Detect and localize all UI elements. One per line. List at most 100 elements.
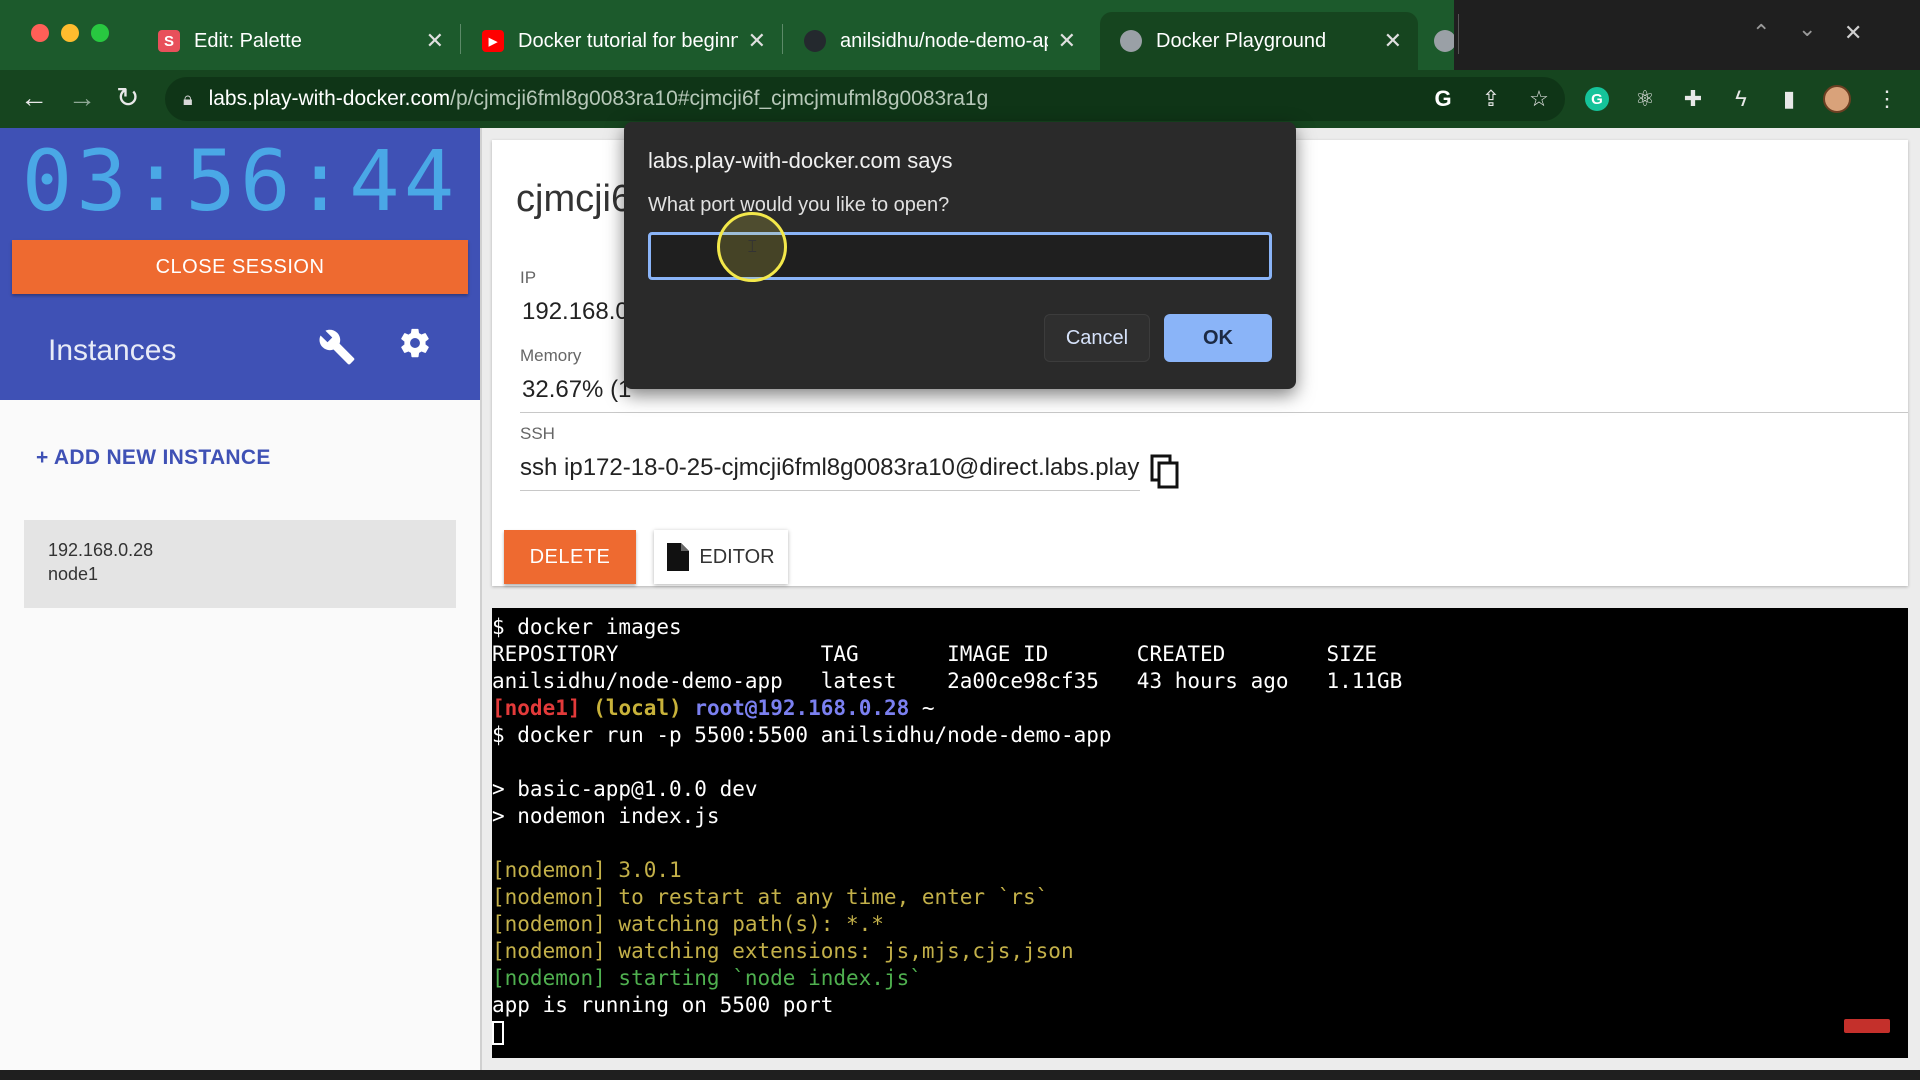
terminal-cursor-line: [492, 1019, 1908, 1046]
terminal-line: > nodemon index.js: [492, 803, 1908, 830]
terminal-text: REPOSITORY TAG IMAGE ID CREATED SIZE: [492, 642, 1378, 666]
ip-label: IP: [520, 268, 537, 287]
chevron-down-icon[interactable]: ⌄: [1798, 16, 1816, 42]
cancel-button[interactable]: Cancel: [1044, 314, 1150, 362]
back-arrow-icon[interactable]: ←: [20, 82, 48, 114]
instance-list-item[interactable]: 192.168.0.28 node1: [24, 520, 456, 608]
tab-favicon-icon: S: [158, 30, 180, 52]
tab-partial[interactable]: [1426, 12, 1456, 70]
url-host: labs.play-with-docker.com: [208, 87, 451, 110]
memory-underline: [520, 412, 1908, 413]
ssh-underline: [520, 490, 1140, 491]
forward-arrow-icon[interactable]: →: [68, 82, 96, 114]
terminal-text: [nodemon] watching path(s): *.*: [492, 912, 884, 936]
close-tab-icon[interactable]: ✕: [1058, 28, 1076, 54]
tab-title: Docker Playground: [1156, 29, 1327, 52]
dialog-title: labs.play-with-docker.com says: [648, 148, 953, 173]
window-maximize-control[interactable]: [91, 24, 109, 42]
dialog-message: What port would you like to open?: [648, 194, 950, 216]
close-session-button[interactable]: CLOSE SESSION: [12, 240, 468, 294]
tab-docker-tutorial[interactable]: ▶ Docker tutorial for beginne ✕: [462, 12, 782, 70]
grammarly-icon[interactable]: G: [1582, 84, 1612, 114]
reload-icon[interactable]: ↻: [116, 82, 139, 114]
instance-title: cjmcji6: [516, 178, 633, 220]
close-window-icon[interactable]: ✕: [1844, 20, 1862, 46]
text-cursor-icon: 𝙸: [746, 236, 759, 256]
instance-ip: 192.168.0.28: [48, 540, 154, 560]
youtube-icon: ▶: [482, 30, 504, 52]
tab-title: anilsidhu/node-demo-app: [840, 29, 1048, 52]
tab-strip-controls: ⌃ ⌄ ✕: [1454, 0, 1920, 70]
tab-strip-divider: [1458, 14, 1459, 54]
tab-separator: [782, 24, 783, 54]
window-bottom-edge: [0, 1070, 1920, 1080]
window-minimize-control[interactable]: [61, 24, 79, 42]
ssh-command[interactable]: ssh ip172-18-0-25-cjmcji6fml8g0083ra10@d…: [520, 454, 1140, 482]
tab-docker-playground[interactable]: Docker Playground ✕: [1100, 12, 1418, 70]
terminal-text: [nodemon] starting `node index.js`: [492, 966, 922, 990]
react-devtools-icon[interactable]: ⚛: [1630, 84, 1660, 114]
tab-title: Docker tutorial for beginne: [518, 29, 738, 52]
terminal-line: [nodemon] watching extensions: js,mjs,cj…: [492, 938, 1908, 965]
sidebar-divider: [480, 128, 482, 1070]
terminal-text: > nodemon index.js: [492, 804, 720, 828]
file-icon: [667, 543, 690, 571]
memory-value: 32.67% (1: [522, 376, 632, 403]
delete-instance-button[interactable]: DELETE: [504, 530, 636, 584]
ssh-label: SSH: [520, 424, 555, 443]
terminal-line: > basic-app@1.0.0 dev: [492, 776, 1908, 803]
terminal-line: [node1] (local) root@192.168.0.28 ~: [492, 695, 1908, 722]
terminal-line: REPOSITORY TAG IMAGE ID CREATED SIZE: [492, 641, 1908, 668]
close-tab-icon[interactable]: ✕: [748, 28, 766, 54]
terminal-line: [nodemon] to restart at any time, enter …: [492, 884, 1908, 911]
bookmark-star-icon[interactable]: ☆: [1524, 84, 1554, 114]
terminal-text: [nodemon] to restart at any time, enter …: [492, 885, 1049, 909]
terminal[interactable]: $ docker images REPOSITORY TAG IMAGE ID C…: [492, 608, 1908, 1058]
close-tab-icon[interactable]: ✕: [426, 28, 444, 54]
tab-edit-palette[interactable]: S Edit: Palette ✕: [138, 12, 460, 70]
add-new-instance-button[interactable]: + ADD NEW INSTANCE: [36, 446, 271, 470]
terminal-line: [nodemon] watching path(s): *.*: [492, 911, 1908, 938]
side-panel-icon[interactable]: ▮: [1774, 84, 1804, 114]
instance-name: node1: [48, 564, 99, 584]
gear-icon[interactable]: [398, 326, 432, 369]
instances-title: Instances: [48, 334, 177, 367]
ok-button[interactable]: OK: [1164, 314, 1272, 362]
ip-value: 192.168.0: [522, 298, 629, 325]
copy-icon[interactable]: [1150, 454, 1180, 490]
share-icon[interactable]: ⇪: [1476, 84, 1506, 114]
google-icon[interactable]: G: [1428, 84, 1458, 114]
lock-icon[interactable]: 🔒︎: [183, 89, 193, 110]
wrench-icon[interactable]: [318, 328, 356, 375]
terminal-cursor: [492, 1021, 504, 1045]
session-timer: 03:56:44: [21, 132, 459, 230]
profile-avatar[interactable]: [1822, 84, 1852, 114]
terminal-text: [node1]: [492, 696, 581, 720]
chevron-up-icon[interactable]: ⌃: [1752, 20, 1770, 46]
globe-icon: [1434, 30, 1456, 52]
terminal-line: $ docker images: [492, 614, 1908, 641]
terminal-line: $ docker run -p 5500:5500 anilsidhu/node…: [492, 722, 1908, 749]
extensions-puzzle-icon[interactable]: ✚: [1678, 84, 1708, 114]
close-tab-icon[interactable]: ✕: [1384, 28, 1402, 54]
tab-github-node-demo-app[interactable]: anilsidhu/node-demo-app ✕: [784, 12, 1092, 70]
url-path: /p/cjmcji6fml8g0083ra10#cjmcji6f_cjmcjmu…: [450, 87, 989, 110]
github-icon: [804, 30, 826, 52]
terminal-text: $ docker run -p 5500:5500 anilsidhu/node…: [492, 723, 1112, 747]
address-bar[interactable]: 🔒︎ labs.play-with-docker.com/p/cjmcji6fm…: [165, 77, 1565, 121]
window-close-control[interactable]: [31, 24, 49, 42]
lightning-extension-icon[interactable]: ϟ: [1726, 84, 1756, 114]
terminal-line: [nodemon] 3.0.1: [492, 857, 1908, 884]
terminal-text: ~: [909, 696, 935, 720]
browser-toolbar: ← → ↻ 🔒︎ labs.play-with-docker.com/p/cjm…: [0, 70, 1920, 128]
sidebar: 03:56:44 CLOSE SESSION Instances + ADD N…: [0, 128, 480, 1070]
editor-button[interactable]: EDITOR: [654, 530, 788, 584]
terminal-line: anilsidhu/node-demo-app latest 2a00ce98c…: [492, 668, 1908, 695]
browser-tab-strip: S Edit: Palette ✕ ▶ Docker tutorial for …: [0, 0, 1920, 70]
browser-menu-icon[interactable]: ⋮: [1872, 84, 1902, 114]
terminal-text: [nodemon] 3.0.1: [492, 858, 682, 882]
